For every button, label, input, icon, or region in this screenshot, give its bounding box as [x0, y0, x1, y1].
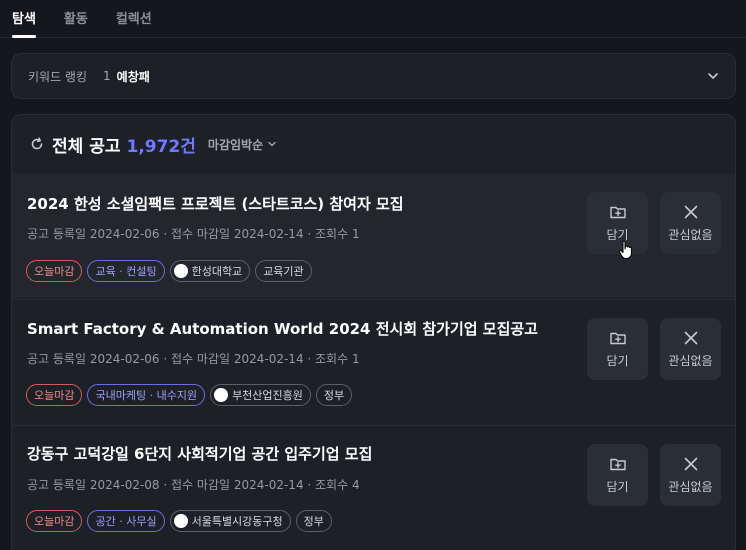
refresh-icon[interactable] [30, 137, 44, 151]
item-title[interactable]: Smart Factory & Automation World 2024 전시… [27, 318, 538, 339]
org-badge: 한성대학교 [169, 260, 251, 282]
item-tags: 오늘마감 교육 · 컨설팅 한성대학교 교육기관 [26, 260, 312, 282]
top-tabs: 탐색 활동 컬렉션 [0, 0, 746, 38]
org-name: 서울특별시강동구청 [191, 515, 283, 528]
not-interested-button[interactable]: 관심없음 [660, 192, 721, 254]
save-button[interactable]: 담기 [587, 318, 648, 380]
org-name: 한성대학교 [191, 265, 243, 278]
not-interested-button[interactable]: 관심없음 [660, 318, 721, 380]
save-label: 담기 [606, 354, 629, 368]
sort-label: 마감임박순 [207, 137, 264, 152]
keyword-rank-number: 1 [103, 69, 111, 83]
item-tags: 오늘마감 공간 · 사무실 서울특별시강동구청 정부 [26, 510, 332, 532]
not-interested-button[interactable]: 관심없음 [660, 444, 721, 506]
not-interested-label: 관심없음 [668, 354, 713, 368]
tab-collection[interactable]: 컬렉션 [116, 8, 152, 37]
deadline-badge: 오늘마감 [26, 510, 83, 532]
category-badge: 국내마케팅 · 내수지원 [87, 384, 206, 406]
keyword-ranking-bar[interactable]: 키워드 랭킹 1 예창패 [11, 53, 736, 99]
deadline-badge: 오늘마감 [26, 384, 83, 406]
total-count: 1,972건 [126, 136, 196, 157]
org-badge: 부천산업진흥원 [210, 384, 311, 406]
org-type-badge: 교육기관 [255, 260, 312, 282]
item-title[interactable]: 강동구 고덕강일 6단지 사회적기업 공간 입주기업 모집 [27, 443, 372, 464]
category-badge: 공간 · 사무실 [87, 510, 165, 532]
category-badge: 교육 · 컨설팅 [87, 260, 165, 282]
org-logo-icon [214, 388, 229, 402]
hand-cursor-icon [619, 240, 632, 259]
org-type-badge: 정부 [295, 510, 332, 532]
chevron-down-icon[interactable] [707, 70, 719, 82]
listing-header: 전체 공고 1,972건 마감임박순 [12, 115, 735, 173]
not-interested-label: 관심없음 [668, 480, 713, 494]
keyword-ranking-title: 키워드 랭킹 [28, 69, 88, 84]
deadline-badge: 오늘마감 [26, 260, 83, 282]
total-label: 전체 공고 [52, 136, 121, 157]
item-tags: 오늘마감 국내마케팅 · 내수지원 부천산업진흥원 정부 [26, 384, 353, 406]
tab-activity[interactable]: 활동 [64, 8, 88, 37]
list-item[interactable]: 2024 한성 소셜임팩트 프로젝트 (스타트코스) 참여자 모집 공고 등록일… [12, 174, 735, 298]
org-logo-icon [173, 514, 188, 528]
item-meta: 공고 등록일 2024-02-06 · 접수 마감일 2024-02-14 · … [27, 352, 360, 366]
item-title[interactable]: 2024 한성 소셜임팩트 프로젝트 (스타트코스) 참여자 모집 [27, 193, 404, 214]
folder-plus-icon [609, 206, 626, 219]
keyword-rank-word: 예창패 [116, 69, 150, 84]
org-badge: 서울특별시강동구청 [169, 510, 291, 532]
chevron-down-icon [268, 141, 276, 147]
listing-panel: 전체 공고 1,972건 마감임박순 2024 한성 소셜임팩트 프로젝트 (스… [11, 114, 736, 550]
org-logo-icon [173, 264, 188, 278]
org-name: 부천산업진흥원 [232, 389, 303, 402]
org-type-badge: 정부 [315, 384, 353, 406]
sort-dropdown[interactable]: 마감임박순 [208, 136, 277, 153]
close-icon [684, 457, 697, 471]
folder-plus-icon [609, 458, 626, 471]
item-meta: 공고 등록일 2024-02-06 · 접수 마감일 2024-02-14 · … [27, 227, 360, 241]
save-button[interactable]: 담기 [587, 444, 648, 506]
item-meta: 공고 등록일 2024-02-08 · 접수 마감일 2024-02-14 · … [27, 478, 360, 492]
folder-plus-icon [609, 332, 626, 345]
tab-explore[interactable]: 탐색 [12, 8, 36, 38]
not-interested-label: 관심없음 [668, 228, 713, 242]
list-item[interactable]: Smart Factory & Automation World 2024 전시… [12, 299, 735, 424]
close-icon [684, 331, 697, 345]
list-item[interactable]: 강동구 고덕강일 6단지 사회적기업 공간 입주기업 모집 공고 등록일 202… [12, 425, 735, 550]
save-label: 담기 [606, 480, 629, 494]
close-icon [684, 205, 697, 219]
